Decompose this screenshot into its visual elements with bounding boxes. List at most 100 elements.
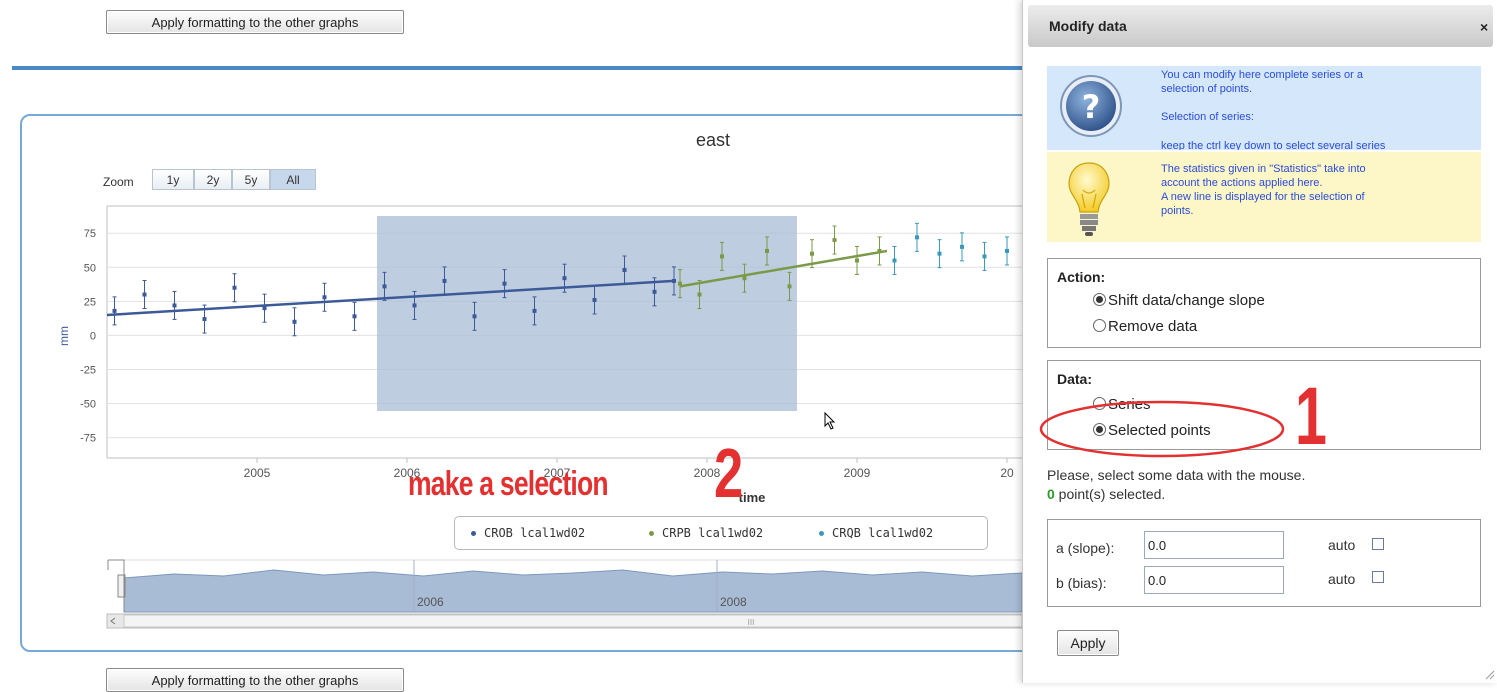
bias-label: b (bias): bbox=[1056, 575, 1107, 591]
params-group: a (slope): auto b (bias): auto bbox=[1047, 519, 1481, 607]
info-line: Selection of series: bbox=[1161, 111, 1254, 123]
selected-suffix: point(s) selected. bbox=[1054, 486, 1166, 502]
legend-item-crqb[interactable]: CRQB lcal1wd02 bbox=[819, 526, 933, 540]
data-point bbox=[112, 308, 117, 313]
bias-input[interactable] bbox=[1144, 566, 1284, 594]
action-title: Action: bbox=[1057, 269, 1106, 285]
tip-line: A new line is displayed for the selectio… bbox=[1161, 191, 1365, 203]
dialog-title: Modify data bbox=[1049, 18, 1127, 34]
data-point bbox=[787, 284, 792, 289]
data-point bbox=[937, 251, 942, 256]
data-point bbox=[765, 248, 769, 253]
info-message: ? You can modify here complete series or… bbox=[1047, 66, 1481, 150]
data-point bbox=[292, 319, 297, 324]
data-point bbox=[322, 295, 327, 300]
tip-line: points. bbox=[1161, 205, 1194, 217]
close-icon[interactable]: × bbox=[1480, 19, 1488, 35]
navigator-label: 2006 bbox=[417, 595, 444, 609]
y-tick-label: 75 bbox=[84, 228, 96, 240]
data-point bbox=[142, 292, 147, 297]
radio-unchecked-icon bbox=[1093, 319, 1106, 332]
data-point bbox=[915, 235, 919, 240]
data-point bbox=[982, 254, 987, 259]
dialog-header: Modify data × bbox=[1028, 5, 1493, 47]
radio-shift-data[interactable]: Shift data/change slope bbox=[1093, 292, 1265, 309]
data-point bbox=[202, 317, 207, 322]
radio-remove-data[interactable]: Remove data bbox=[1093, 318, 1197, 335]
data-point bbox=[697, 292, 702, 297]
radio-remove-data-label: Remove data bbox=[1108, 318, 1198, 335]
slope-auto-checkbox[interactable] bbox=[1372, 538, 1384, 550]
data-point bbox=[1005, 248, 1009, 253]
scrollbar-thumb[interactable] bbox=[123, 614, 1022, 628]
step-2-annotation: 2 bbox=[714, 434, 744, 512]
legend-item-crpb[interactable]: CRPB lcal1wd02 bbox=[649, 526, 763, 540]
tip-message: The statistics given in "Statistics" tak… bbox=[1047, 152, 1481, 242]
selection-prompt: Please, select some data with the mouse. bbox=[1047, 467, 1306, 483]
bias-auto-label: auto bbox=[1328, 571, 1356, 587]
slope-input[interactable] bbox=[1144, 531, 1284, 559]
data-point bbox=[562, 276, 567, 281]
y-axis-label: mm bbox=[57, 326, 71, 346]
navigator-label: 2008 bbox=[720, 595, 747, 609]
data-point bbox=[960, 244, 964, 249]
step-1-annotation: 1 bbox=[1295, 371, 1327, 462]
data-point bbox=[720, 254, 724, 259]
data-point bbox=[592, 297, 597, 302]
data-point bbox=[502, 281, 507, 286]
legend-dot-crqb bbox=[819, 531, 824, 536]
legend-item-crob[interactable]: CROB lcal1wd02 bbox=[471, 526, 585, 540]
data-point bbox=[622, 268, 627, 273]
data-point bbox=[855, 258, 859, 263]
radio-checked-icon bbox=[1093, 293, 1106, 306]
y-tick-label: 25 bbox=[84, 296, 96, 308]
data-point bbox=[412, 303, 417, 308]
data-point bbox=[232, 285, 237, 290]
chart-plot[interactable]: 7550250-25-50-75mm2005 2006 2007 2008 2009 20… bbox=[0, 0, 1022, 660]
legend-dot-crpb bbox=[649, 531, 654, 536]
slope-auto-label: auto bbox=[1328, 537, 1356, 553]
data-point bbox=[352, 314, 357, 319]
data-point bbox=[172, 303, 177, 308]
navigator-series-area bbox=[123, 569, 1022, 613]
selected-count: 0 bbox=[1047, 486, 1055, 502]
info-line: keep the ctrl key down to select several… bbox=[1161, 140, 1386, 150]
help-icon: ? bbox=[1060, 75, 1122, 137]
x-tick-label: 20 bbox=[1000, 466, 1014, 480]
lightbulb-icon bbox=[1068, 162, 1110, 236]
legend-dot-crob bbox=[471, 531, 476, 536]
data-point bbox=[532, 308, 537, 313]
tip-line: account the actions applied here. bbox=[1161, 177, 1323, 189]
data-point bbox=[442, 278, 447, 283]
apply-formatting-bottom-button[interactable]: Apply formatting to the other graphs bbox=[106, 668, 404, 692]
legend-label-crob: CROB lcal1wd02 bbox=[484, 526, 586, 540]
apply-button[interactable]: Apply bbox=[1057, 630, 1119, 656]
highlight-ellipse bbox=[1039, 400, 1285, 458]
data-point bbox=[832, 238, 837, 243]
slope-label: a (slope): bbox=[1056, 540, 1115, 556]
resize-grip-icon[interactable] bbox=[1483, 668, 1495, 680]
radio-shift-data-label: Shift data/change slope bbox=[1108, 292, 1265, 309]
x-tick-label: 2009 bbox=[844, 466, 871, 480]
info-line: selection of points. bbox=[1161, 83, 1253, 95]
y-tick-label: -75 bbox=[80, 433, 96, 445]
modify-data-dialog: Modify data × ? You can modify here comp… bbox=[1022, 0, 1497, 683]
selection-count-line: 0 point(s) selected. bbox=[1047, 486, 1165, 502]
y-tick-label: -50 bbox=[80, 399, 96, 411]
make-selection-annotation: make a selection bbox=[408, 465, 609, 503]
mouse-cursor-icon bbox=[824, 411, 836, 430]
y-tick-label: 50 bbox=[84, 262, 96, 274]
bias-auto-checkbox[interactable] bbox=[1372, 571, 1384, 583]
selection-band bbox=[377, 216, 797, 411]
data-point bbox=[892, 258, 897, 263]
legend-label-crpb: CRPB lcal1wd02 bbox=[662, 526, 764, 540]
data-point bbox=[652, 289, 657, 294]
y-tick-label: 0 bbox=[90, 330, 96, 342]
x-tick-label: 2005 bbox=[244, 466, 271, 480]
data-title: Data: bbox=[1057, 371, 1093, 387]
data-point bbox=[382, 284, 387, 289]
data-point bbox=[472, 314, 477, 319]
info-line: You can modify here complete series or a bbox=[1161, 69, 1363, 81]
data-point bbox=[810, 251, 814, 256]
y-tick-label: -25 bbox=[80, 364, 96, 376]
